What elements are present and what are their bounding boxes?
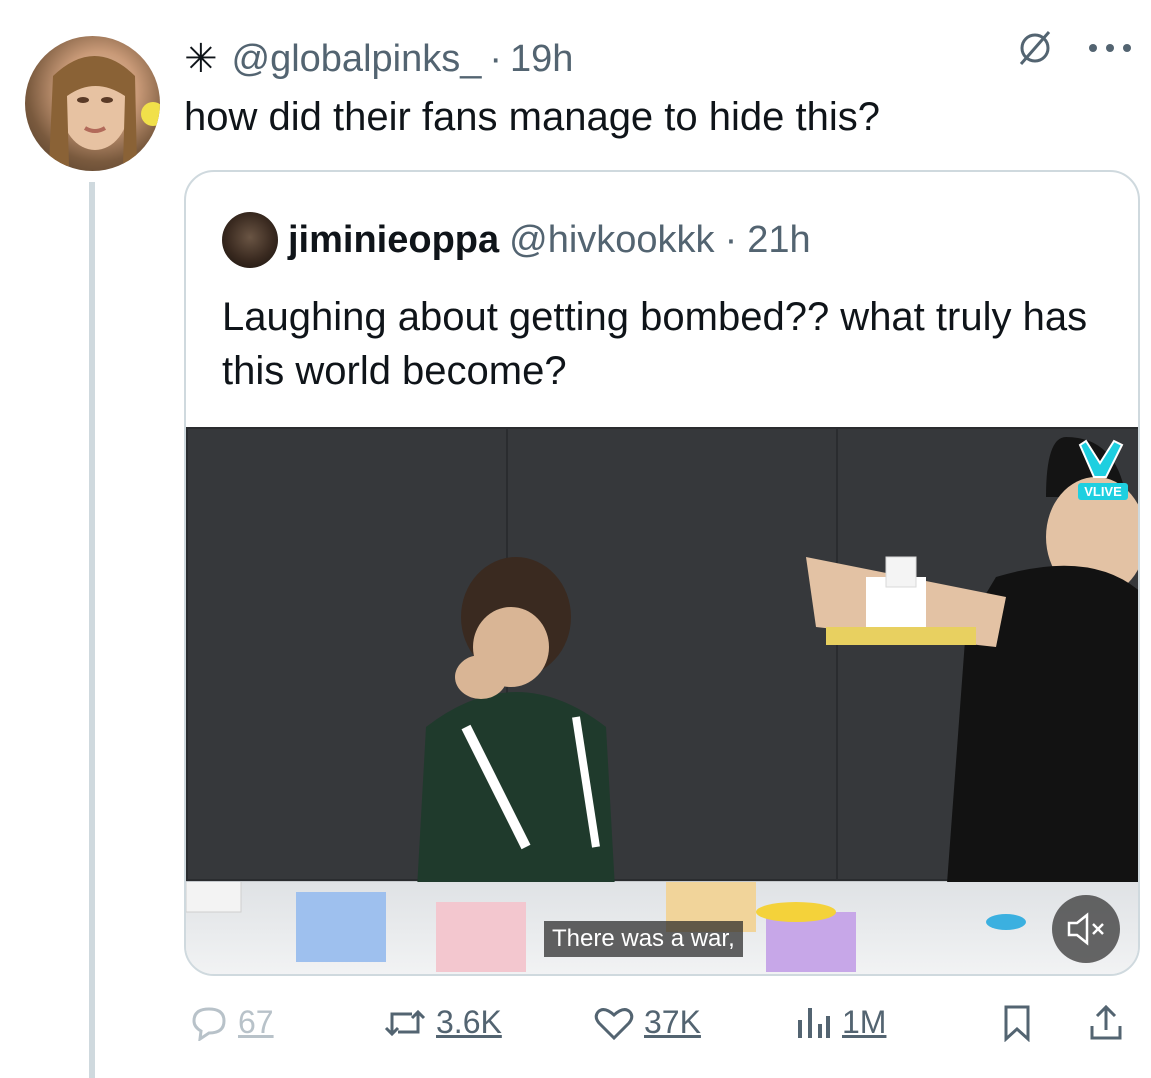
repost-count: 3.6K <box>436 1004 502 1040</box>
video-figure-left <box>416 557 616 907</box>
bookmark-button[interactable] <box>1002 1004 1032 1042</box>
bar-chart-icon <box>798 1007 830 1038</box>
quoted-avatar[interactable] <box>222 212 278 268</box>
grok-slash-circle-icon[interactable] <box>1015 28 1055 68</box>
thread-line <box>89 182 95 1078</box>
reply-count: 67 <box>238 1004 274 1040</box>
repost-icon <box>384 1009 426 1036</box>
views-button[interactable]: 1M <box>796 1004 886 1041</box>
heart-icon <box>594 1007 634 1040</box>
bookmark-icon <box>1004 1005 1030 1042</box>
vlive-watermark: VLIVE <box>1078 437 1128 500</box>
quoted-display-name[interactable]: jiminieoppa <box>288 219 499 262</box>
view-count: 1M <box>842 1004 887 1040</box>
top-icons <box>1015 28 1133 68</box>
quoted-header: jiminieoppa @hivkookkk · 21h <box>222 212 811 268</box>
mute-button[interactable] <box>1052 895 1120 963</box>
like-count: 37K <box>644 1004 701 1040</box>
reply-bubble-icon <box>192 1006 226 1041</box>
author-handle[interactable]: @globalpinks_ <box>232 38 482 81</box>
action-bar: 67 3.6K 37K 1M <box>184 1004 1140 1054</box>
share-upload-icon <box>1090 1004 1122 1040</box>
speaker-mute-icon <box>1067 912 1104 946</box>
avatar-portrait-icon <box>49 56 160 166</box>
quoted-text: Laughing about getting bombed?? what tru… <box>222 295 1088 393</box>
quoted-time[interactable]: 21h <box>747 219 810 262</box>
share-button[interactable] <box>1088 1004 1124 1042</box>
author-avatar[interactable] <box>25 36 160 171</box>
video-player[interactable]: VLIVE There was a war, <box>186 427 1138 974</box>
vlive-v-hand-icon <box>1078 439 1124 478</box>
asterisk-icon: ✳ <box>184 37 218 81</box>
like-button[interactable]: 37K <box>594 1004 701 1041</box>
quoted-handle[interactable]: @hivkookkk <box>509 219 714 262</box>
header-separator: · <box>489 37 503 80</box>
reply-button[interactable]: 67 <box>190 1004 274 1041</box>
tweet-time[interactable]: 19h <box>510 38 573 81</box>
quoted-separator: · <box>724 218 738 261</box>
tweet-text: how did their fans manage to hide this? <box>184 95 880 139</box>
more-options-icon[interactable] <box>1087 42 1133 54</box>
video-subtitle: There was a war, <box>544 921 743 957</box>
tweet-header: ✳ @globalpinks_ · 19h <box>184 36 573 82</box>
quoted-tweet-card[interactable]: jiminieoppa @hivkookkk · 21h Laughing ab… <box>184 170 1140 976</box>
repost-button[interactable]: 3.6K <box>384 1004 502 1041</box>
vlive-label: VLIVE <box>1078 483 1128 500</box>
